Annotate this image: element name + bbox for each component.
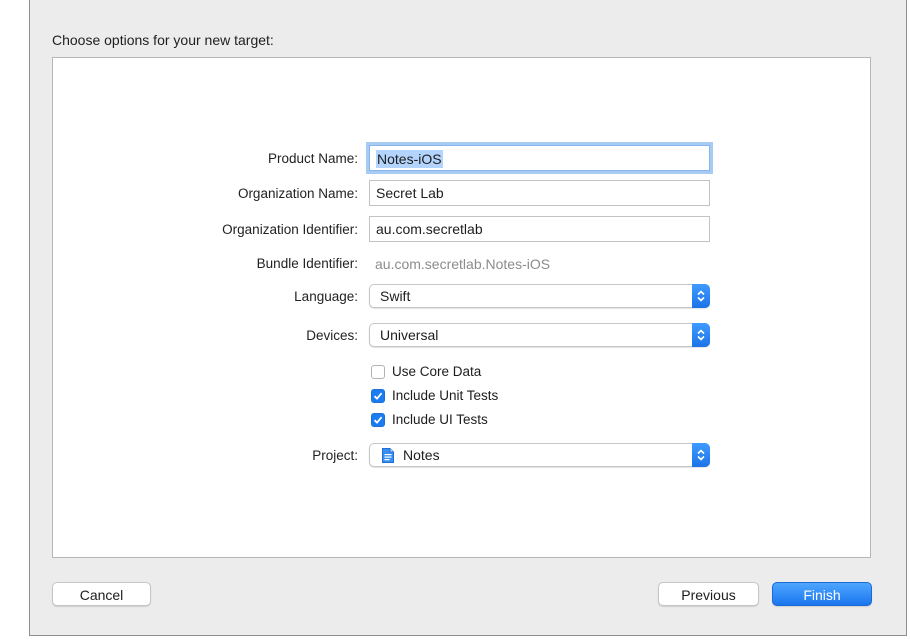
use-core-data-label: Use Core Data [392,364,482,379]
new-target-sheet: Choose options for your new target: Prod… [29,0,907,636]
language-popup[interactable]: Swift [369,284,710,308]
previous-button[interactable]: Previous [658,582,759,606]
include-unit-tests-label: Include Unit Tests [392,388,499,403]
organization-identifier-label: Organization Identifier: [222,222,358,237]
language-label: Language: [294,289,358,304]
up-down-arrows-icon [692,284,710,308]
checkbox-box[interactable] [371,365,385,379]
options-panel: Product Name: Notes-iOS Organization Nam… [52,57,871,558]
language-selected: Swift [380,288,411,304]
dialog-heading: Choose options for your new target: [52,32,274,48]
product-name-label: Product Name: [267,151,358,166]
project-popup[interactable]: Notes [369,443,710,467]
include-ui-tests-label: Include UI Tests [392,412,488,427]
finish-button[interactable]: Finish [772,582,872,606]
bundle-identifier-label: Bundle Identifier: [256,256,358,271]
bundle-identifier-value: au.com.secretlab.Notes-iOS [375,256,551,272]
devices-label: Devices: [306,328,358,343]
product-name-value: Notes-iOS [376,150,443,168]
organization-identifier-field[interactable] [369,216,710,242]
up-down-arrows-icon [692,443,710,467]
project-selected: Notes [403,447,440,463]
up-down-arrows-icon [692,323,710,347]
checkmark-icon[interactable] [371,389,385,403]
product-name-field[interactable]: Notes-iOS [369,145,710,171]
organization-name-field[interactable] [369,180,710,206]
devices-popup[interactable]: Universal [369,323,710,347]
project-label: Project: [312,448,358,463]
cancel-button[interactable]: Cancel [52,582,151,606]
checkmark-icon[interactable] [371,413,385,427]
project-file-icon [382,448,394,463]
devices-selected: Universal [380,327,439,343]
organization-name-label: Organization Name: [237,186,358,201]
